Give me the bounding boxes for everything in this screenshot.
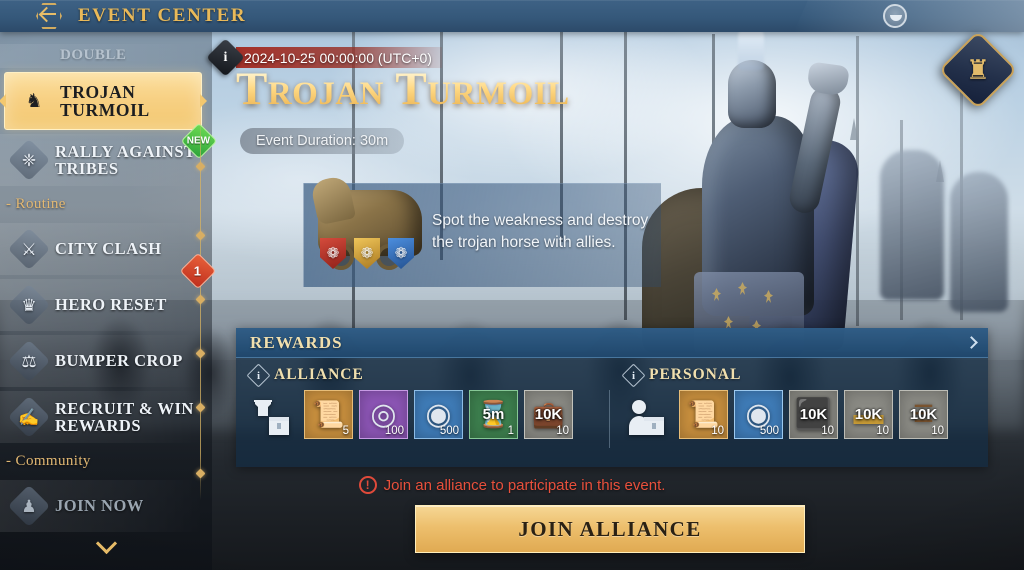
city-icon: ⚔ [7, 227, 51, 271]
personal-chest-icon [625, 395, 669, 439]
sidebar-item-hero-reset[interactable]: ♛ HERO RESET [0, 279, 204, 331]
reward-tile[interactable]: ◎ 100 [359, 390, 408, 439]
sidebar-expand-button[interactable] [0, 532, 212, 556]
trojan-horse-icon: ♞ [25, 90, 43, 112]
personal-header: i PERSONAL [621, 362, 986, 388]
personal-label: PERSONAL [649, 366, 742, 383]
rewards-title: REWARDS [250, 332, 343, 352]
scales-icon: ⚖ [7, 339, 51, 383]
sidebar-item-label: RALLY AGAINST TRIBES [55, 141, 196, 178]
reward-tile[interactable]: 💼 10K 10 [524, 390, 573, 439]
alert-icon: ! [358, 476, 377, 494]
sidebar-item-bumper-crop[interactable]: ⚖ BUMPER CROP [0, 335, 204, 387]
reward-qty: 10 [876, 425, 889, 437]
shield-gold: ❁ [354, 238, 380, 269]
reward-qty: 1 [507, 425, 514, 437]
rewards-body: i ALLIANCE 📜 5 ◎ 100 ◉ 500 ⌛ 5m 1 💼 10K … [236, 358, 988, 467]
info-icon[interactable]: i [246, 362, 271, 388]
rewards-panel: REWARDS i ALLIANCE 📜 5 ◎ 100 ◉ 500 ⌛ 5m … [236, 328, 988, 467]
join-alliance-button[interactable]: JOIN ALLIANCE [415, 505, 805, 553]
scroll-icon: 📜 [687, 399, 720, 429]
event-description-text: Spot the weakness and destroy the trojan… [432, 212, 649, 252]
page-title: EVENT CENTER [78, 5, 247, 26]
alliance-chest-icon [250, 395, 294, 439]
reward-tile[interactable]: ◉ 500 [734, 390, 783, 439]
reward-qty: 10 [931, 425, 944, 437]
info-icon[interactable]: i [621, 362, 646, 388]
sidebar-item-label: CITY CLASH [55, 239, 162, 259]
scroll-quill-icon: ✍ [7, 395, 51, 439]
rewards-header[interactable]: REWARDS [236, 328, 988, 358]
scroll-icon: 📜 [312, 399, 345, 429]
sidebar-item-recruit-win-rewards[interactable]: ✍ RECRUIT & WIN REWARDS [0, 391, 204, 443]
event-info-button[interactable]: i [206, 38, 245, 77]
chevron-down-icon [95, 532, 117, 555]
sidebar-item-label: DOUBLE [60, 47, 127, 64]
reward-qty: 100 [384, 425, 404, 437]
warning-text: Join an alliance to participate in this … [383, 476, 666, 494]
event-duration-badge: Event Duration: 30m [240, 128, 405, 154]
reward-tile[interactable]: ◉ 500 [414, 390, 463, 439]
chevron-right-icon[interactable] [965, 336, 978, 349]
reward-qty: 5 [342, 425, 349, 437]
reward-tile[interactable]: 📜 5 [304, 390, 353, 439]
alliance-reward-tiles: 📜 5 ◎ 100 ◉ 500 ⌛ 5m 1 💼 10K 10 [250, 390, 611, 439]
sidebar-group-routine: - Routine [6, 196, 66, 212]
rewards-column-personal: i PERSONAL 📜 10 ◉ 500 ⬛ 10K 10 ▬ 10K 10 … [609, 362, 986, 467]
alliance-warning: ! Join an alliance to participate in thi… [0, 476, 1024, 494]
alliance-header: i ALLIANCE [246, 362, 611, 388]
top-header-bar: EVENT CENTER [0, 0, 1024, 32]
sidebar-item-label: TROJAN TURMOIL [60, 81, 150, 120]
personal-reward-tiles: 📜 10 ◉ 500 ⬛ 10K 10 ▬ 10K 10 ☰ 10K 10 [625, 390, 986, 439]
event-title: Trojan Turmoil [236, 63, 570, 115]
sidebar-item-city-clash[interactable]: ⚔ CITY CLASH [0, 223, 204, 275]
reward-tile[interactable]: ▬ 10K 10 [844, 390, 893, 439]
join-alliance-label: JOIN ALLIANCE [518, 516, 702, 541]
back-button[interactable] [34, 1, 64, 31]
circle-toggle-icon[interactable] [883, 4, 907, 28]
shield-icon: ❈ [7, 138, 51, 182]
speedup-duration: 5m [482, 405, 505, 423]
sidebar-item-label: HERO RESET [55, 295, 167, 315]
people-icon: ♟ [7, 484, 51, 528]
info-icon: i [223, 49, 228, 65]
rewards-column-alliance: i ALLIANCE 📜 5 ◎ 100 ◉ 500 ⌛ 5m 1 💼 10K … [236, 362, 611, 467]
reward-amount: 10K [854, 405, 883, 423]
reward-amount: 10K [534, 405, 563, 423]
hero-crest-icon: ♛ [7, 283, 51, 327]
alliance-label: ALLIANCE [274, 366, 364, 383]
reward-tile[interactable]: ⌛ 5m 1 [469, 390, 518, 439]
sidebar-item-label: RECRUIT & WIN REWARDS [55, 398, 194, 435]
trojan-horse-art: ❁ ❁ ❁ [309, 174, 432, 284]
back-arrow-icon [41, 13, 56, 15]
reward-qty: 10 [556, 425, 569, 437]
sidebar-item-rally-against-tribes[interactable]: ❈ RALLY AGAINST TRIBES NEW [0, 122, 218, 186]
reward-amount: 10K [799, 405, 828, 423]
reward-amount: 10K [909, 405, 938, 423]
reward-qty: 500 [439, 425, 459, 437]
sidebar-item-trojan-turmoil[interactable]: ♞ TROJAN TURMOIL [4, 72, 202, 130]
reward-qty: 10 [711, 425, 724, 437]
reward-tile[interactable]: 📜 10 [679, 390, 728, 439]
reward-tile[interactable]: ⬛ 10K 10 [789, 390, 838, 439]
reward-tile[interactable]: ☰ 10K 10 [899, 390, 948, 439]
sidebar-item-double-clipped[interactable]: DOUBLE [0, 44, 204, 68]
reward-qty: 10 [821, 425, 834, 437]
sidebar-item-label: JOIN NOW [55, 496, 144, 516]
reward-qty: 500 [759, 425, 779, 437]
sidebar-item-label: BUMPER CROP [55, 351, 183, 371]
trophy-icon: ♜ [965, 54, 991, 85]
sidebar-group-community: - Community [6, 453, 91, 469]
event-description-panel: ❁ ❁ ❁ Spot the weakness and destroy the … [303, 174, 661, 287]
